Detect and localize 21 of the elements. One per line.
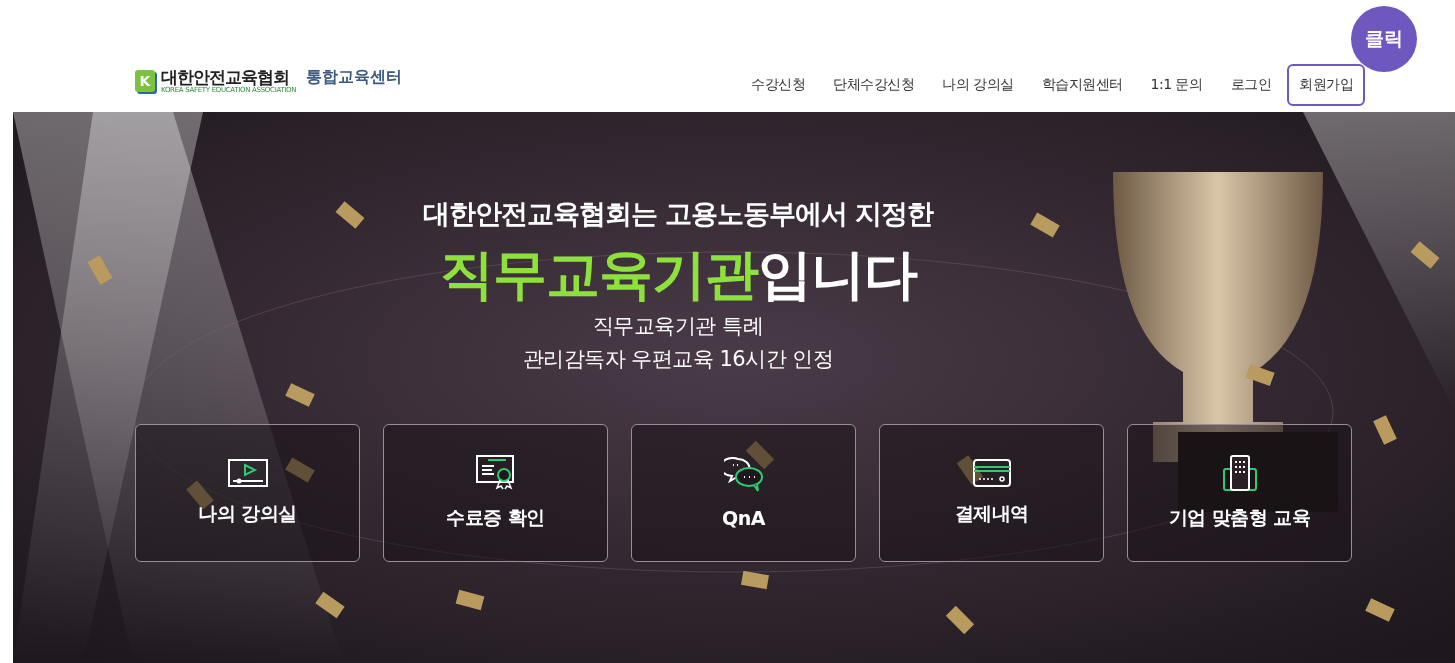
shortcut-card[interactable]: 나의 강의실 bbox=[135, 424, 360, 562]
click-badge: 클릭 bbox=[1351, 6, 1417, 72]
nav-link[interactable]: 로그인 bbox=[1218, 64, 1283, 106]
hero-title-highlight: 직무교육기관 bbox=[439, 243, 758, 306]
nav-link[interactable]: 1:1 문의 bbox=[1138, 64, 1215, 106]
site-title: 통합교육센터 bbox=[306, 67, 403, 88]
shortcut-card[interactable]: 수료증 확인 bbox=[383, 424, 608, 562]
shortcut-card[interactable]: 기업 맞춤형 교육 bbox=[1127, 424, 1352, 562]
nav-link[interactable]: 수강신청 bbox=[739, 64, 818, 106]
logo-name: 대한안전교육협회 bbox=[161, 67, 289, 86]
nav-link[interactable]: 단체수강신청 bbox=[821, 64, 927, 106]
hero-subtitle: 관리감독자 우편교육 16시간 인정 bbox=[522, 346, 834, 373]
hero-subtitle: 직무교육기관 특례 bbox=[592, 313, 764, 340]
nav-link[interactable]: 나의 강의실 bbox=[930, 64, 1026, 106]
hero-headline: 대한안전교육협회는 고용노동부에서 지정한 bbox=[422, 197, 934, 231]
shortcut-card[interactable]: QnA bbox=[631, 424, 856, 562]
hero-title: 입니다 bbox=[757, 243, 917, 306]
nav-link[interactable]: 회원가입 bbox=[1287, 64, 1365, 106]
logo-mark: K bbox=[135, 69, 155, 92]
shortcut-card[interactable]: 결제내역 bbox=[879, 424, 1104, 562]
nav-link[interactable]: 학습지원센터 bbox=[1029, 64, 1135, 106]
